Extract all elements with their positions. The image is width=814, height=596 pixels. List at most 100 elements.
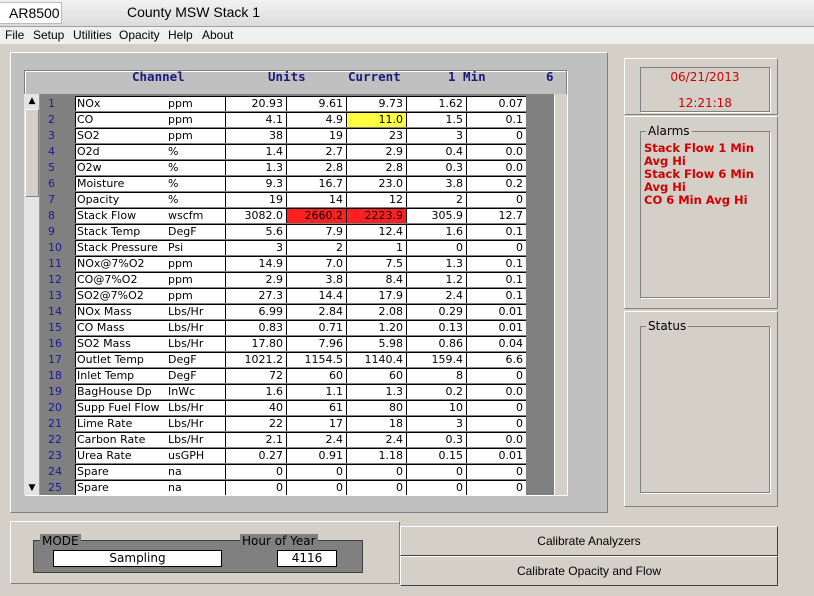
channel-number: 8 (48, 209, 55, 222)
channel-row: 1 NOx ppm 20.93 9.61 9.73 1.62 0.07 (40, 96, 554, 112)
channel-name[interactable]: Stack Pressure (75, 240, 165, 255)
channel-value: 7.0 (286, 256, 346, 271)
channel-name[interactable]: CO Mass (75, 320, 165, 335)
channel-value: 23.0 (346, 176, 406, 191)
channel-row: 11 NOx@7%O2 ppm 14.9 7.0 7.5 1.3 0.1 (40, 256, 554, 272)
channel-unit: Lbs/Hr (165, 400, 225, 415)
channel-value: 5.6 (225, 224, 286, 239)
channel-name[interactable]: Inlet Temp (75, 368, 165, 383)
scroll-thumb[interactable] (25, 109, 39, 197)
channel-value: 0.04 (466, 336, 526, 351)
channel-name[interactable]: BagHouse Dp (75, 384, 165, 399)
channel-name[interactable]: Spare (75, 480, 165, 495)
channel-row: 12 CO@7%O2 ppm 2.9 3.8 8.4 1.2 0.1 (40, 272, 554, 288)
channel-name[interactable]: CO@7%O2 (75, 272, 165, 287)
channel-value: 3.8 (286, 272, 346, 287)
channel-value: 1.3 (225, 160, 286, 175)
calibrate-opacity-flow-button[interactable]: Calibrate Opacity and Flow (400, 556, 778, 586)
channel-value: 38 (225, 128, 286, 143)
channel-value: 0 (466, 480, 526, 495)
channel-name[interactable]: NOx (75, 96, 165, 111)
menu-file[interactable]: File (5, 28, 24, 42)
channel-name[interactable]: SO2@7%O2 (75, 288, 165, 303)
channel-unit: na (165, 464, 225, 479)
channel-row: 10 Stack Pressure Psi 3 2 1 0 0 (40, 240, 554, 256)
channel-value: 6.6 (466, 352, 526, 367)
channel-value: 2223.9 (346, 208, 406, 223)
channel-value: 0.27 (225, 448, 286, 463)
channel-row: 25 Spare na 0 0 0 0 0 (40, 480, 554, 496)
channel-name[interactable]: Stack Temp (75, 224, 165, 239)
channel-value: 2.8 (346, 160, 406, 175)
channel-value: 3 (406, 416, 466, 431)
menu-help[interactable]: Help (168, 28, 193, 42)
channel-value: 72 (225, 368, 286, 383)
channel-name[interactable]: Spare (75, 464, 165, 479)
channel-number: 11 (48, 257, 62, 270)
channel-value: 0 (406, 240, 466, 255)
channel-name[interactable]: CO (75, 112, 165, 127)
channel-value: 1.20 (346, 320, 406, 335)
channel-name[interactable]: Supp Fuel Flow (75, 400, 165, 415)
menu-about[interactable]: About (202, 28, 233, 42)
channel-unit: DegF (165, 224, 225, 239)
channel-value: 5.98 (346, 336, 406, 351)
channel-value: 2.4 (286, 432, 346, 447)
channel-value: 0 (346, 464, 406, 479)
channel-name[interactable]: Stack Flow (75, 208, 165, 223)
channel-row: 2 CO ppm 4.1 4.9 11.0 1.5 0.1 (40, 112, 554, 128)
calibrate-analyzers-label: Calibrate Analyzers (537, 534, 641, 548)
channel-name[interactable]: Carbon Rate (75, 432, 165, 447)
menu-setup[interactable]: Setup (33, 28, 64, 42)
channel-number: 13 (48, 289, 62, 302)
channel-unit: Lbs/Hr (165, 320, 225, 335)
hour-label: Hour of Year (240, 534, 318, 548)
channel-name[interactable]: Lime Rate (75, 416, 165, 431)
header-6: 6 (546, 69, 554, 84)
channel-name[interactable]: Urea Rate (75, 448, 165, 463)
channel-value: 0 (406, 480, 466, 495)
channel-value: 0 (466, 128, 526, 143)
channel-value: 7.96 (286, 336, 346, 351)
channel-number: 2 (48, 113, 55, 126)
channel-unit: Lbs/Hr (165, 304, 225, 319)
channel-value: 2660.2 (286, 208, 346, 223)
channel-name[interactable]: Moisture (75, 176, 165, 191)
mode-value: Sampling (53, 550, 222, 567)
channel-number: 24 (48, 465, 62, 478)
channel-value: 0.3 (406, 160, 466, 175)
channel-scrollbar[interactable]: ▲ ▼ (24, 94, 40, 495)
channel-value: 0.71 (286, 320, 346, 335)
menu-utilities[interactable]: Utilities (73, 28, 112, 42)
channel-value: 0.86 (406, 336, 466, 351)
channel-name[interactable]: NOx Mass (75, 304, 165, 319)
channel-value: 2 (406, 192, 466, 207)
menu-opacity[interactable]: Opacity (119, 28, 160, 42)
channel-value: 1.18 (346, 448, 406, 463)
channel-value: 7.9 (286, 224, 346, 239)
scroll-down-icon[interactable]: ▼ (24, 481, 40, 495)
channel-name[interactable]: NOx@7%O2 (75, 256, 165, 271)
channel-name[interactable]: Opacity (75, 192, 165, 207)
alarms-box: Alarms Stack Flow 1 Min Avg Hi Stack Flo… (640, 124, 770, 298)
channel-name[interactable]: SO2 Mass (75, 336, 165, 351)
channel-name[interactable]: SO2 (75, 128, 165, 143)
channel-value: 0 (406, 464, 466, 479)
alarm-list: Stack Flow 1 Min Avg Hi Stack Flow 6 Min… (644, 142, 769, 207)
channel-value: 2.9 (225, 272, 286, 287)
channel-name[interactable]: Outlet Temp (75, 352, 165, 367)
channel-value: 4.9 (286, 112, 346, 127)
channel-name[interactable]: O2d (75, 144, 165, 159)
channel-value: 2.4 (346, 432, 406, 447)
channel-value: 2 (286, 240, 346, 255)
scroll-up-icon[interactable]: ▲ (24, 94, 40, 108)
date-text: 06/21/2013 (670, 70, 740, 84)
channel-value: 0.0 (466, 160, 526, 175)
calibrate-analyzers-button[interactable]: Calibrate Analyzers (400, 526, 778, 556)
channel-name[interactable]: O2w (75, 160, 165, 175)
menu-bar: File Setup Utilities Opacity Help About (0, 27, 814, 44)
channel-number: 7 (48, 193, 55, 206)
window-title: County MSW Stack 1 (127, 4, 261, 20)
channel-unit: % (165, 160, 225, 175)
channel-number: 3 (48, 129, 55, 142)
